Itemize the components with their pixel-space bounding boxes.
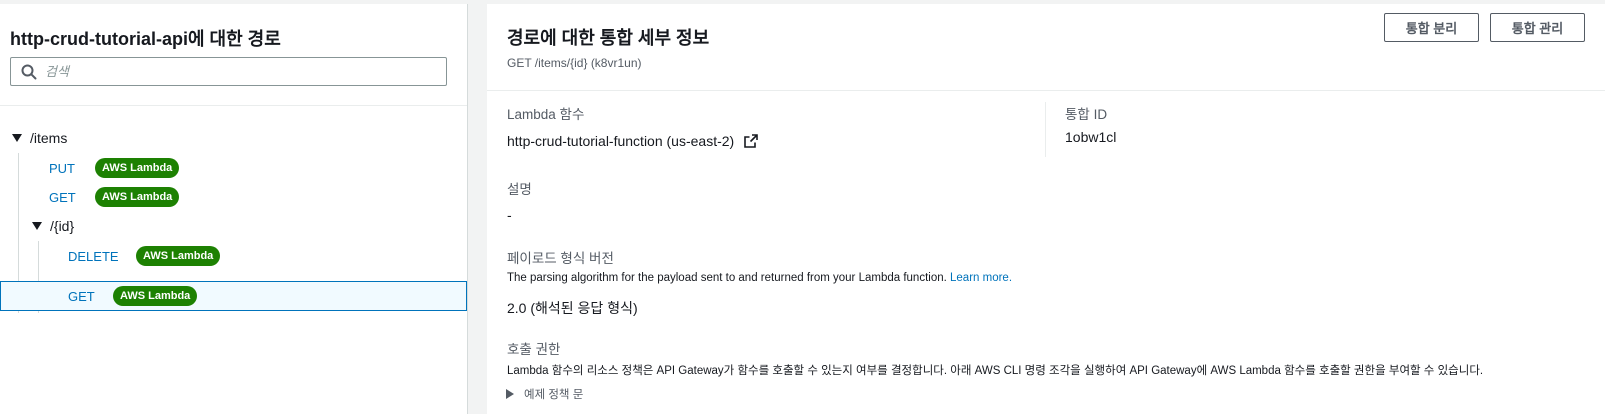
integration-id-label: 통합 ID bbox=[1065, 107, 1108, 122]
details-subtitle: GET /items/{id} (k8vr1un) bbox=[507, 56, 642, 70]
integration-badge: AWS Lambda bbox=[113, 286, 198, 306]
description-value: - bbox=[507, 207, 512, 223]
payload-format-label: 페이로드 형식 버전 bbox=[507, 251, 614, 266]
integration-badge: AWS Lambda bbox=[136, 246, 221, 266]
route-path-items: /items bbox=[30, 130, 68, 146]
learn-more-link[interactable]: Learn more. bbox=[950, 272, 1012, 284]
lambda-function-value[interactable]: http-crud-tutorial-function (us-east-2) bbox=[507, 133, 758, 149]
route-id-get[interactable]: GET AWS Lambda bbox=[68, 281, 198, 311]
route-id[interactable]: /{id} bbox=[32, 211, 74, 241]
integration-details-panel: 경로에 대한 통합 세부 정보 GET /items/{id} (k8vr1un… bbox=[487, 4, 1605, 414]
description-label: 설명 bbox=[507, 182, 532, 197]
details-title: 경로에 대한 통합 세부 정보 bbox=[507, 28, 710, 48]
lambda-function-label: Lambda 함수 bbox=[507, 107, 585, 122]
route-path-id: /{id} bbox=[50, 218, 75, 234]
routes-panel: http-crud-tutorial-api에 대한 경로 /items PUT… bbox=[0, 4, 468, 414]
integration-badge: AWS Lambda bbox=[95, 187, 180, 207]
integration-badge: AWS Lambda bbox=[95, 158, 180, 178]
method-get[interactable]: GET bbox=[49, 190, 95, 205]
manage-integration-button[interactable]: 통합 관리 bbox=[1490, 13, 1585, 42]
caret-down-icon[interactable] bbox=[32, 222, 42, 230]
integration-id-value: 1obw1cl bbox=[1065, 129, 1117, 145]
method-put[interactable]: PUT bbox=[49, 161, 95, 176]
search-icon bbox=[21, 64, 37, 80]
method-delete[interactable]: DELETE bbox=[68, 249, 136, 264]
example-policy-label[interactable]: 예제 정책 문 bbox=[524, 386, 583, 402]
routes-panel-title: http-crud-tutorial-api에 대한 경로 bbox=[10, 29, 281, 49]
payload-format-description: The parsing algorithm for the payload se… bbox=[507, 272, 1012, 284]
route-items-put[interactable]: PUT AWS Lambda bbox=[49, 153, 180, 183]
detach-integration-button[interactable]: 통합 분리 bbox=[1384, 13, 1479, 42]
column-divider bbox=[1045, 102, 1046, 157]
caret-down-icon[interactable] bbox=[12, 134, 22, 142]
example-policy-expander[interactable]: 예제 정책 문 bbox=[506, 386, 583, 402]
details-header: 경로에 대한 통합 세부 정보 GET /items/{id} (k8vr1un… bbox=[487, 4, 1605, 91]
external-link-icon[interactable] bbox=[744, 134, 758, 148]
search-box[interactable] bbox=[10, 57, 447, 86]
payload-format-value: 2.0 (해석된 응답 형식) bbox=[507, 300, 638, 316]
lambda-function-link[interactable]: http-crud-tutorial-function (us-east-2) bbox=[507, 133, 734, 149]
payload-format-desc-text: The parsing algorithm for the payload se… bbox=[507, 272, 947, 284]
panel-divider bbox=[0, 105, 467, 106]
route-items[interactable]: /items bbox=[12, 123, 67, 153]
invoke-permission-description: Lambda 함수의 리소스 정책은 API Gateway가 함수를 호출할 … bbox=[507, 365, 1484, 377]
invoke-permission-label: 호출 권한 bbox=[507, 342, 561, 357]
route-items-get[interactable]: GET AWS Lambda bbox=[49, 182, 180, 212]
caret-right-icon[interactable] bbox=[506, 389, 514, 399]
route-id-delete[interactable]: DELETE AWS Lambda bbox=[68, 241, 221, 271]
search-input[interactable] bbox=[45, 61, 435, 82]
method-get-selected[interactable]: GET bbox=[68, 289, 113, 304]
